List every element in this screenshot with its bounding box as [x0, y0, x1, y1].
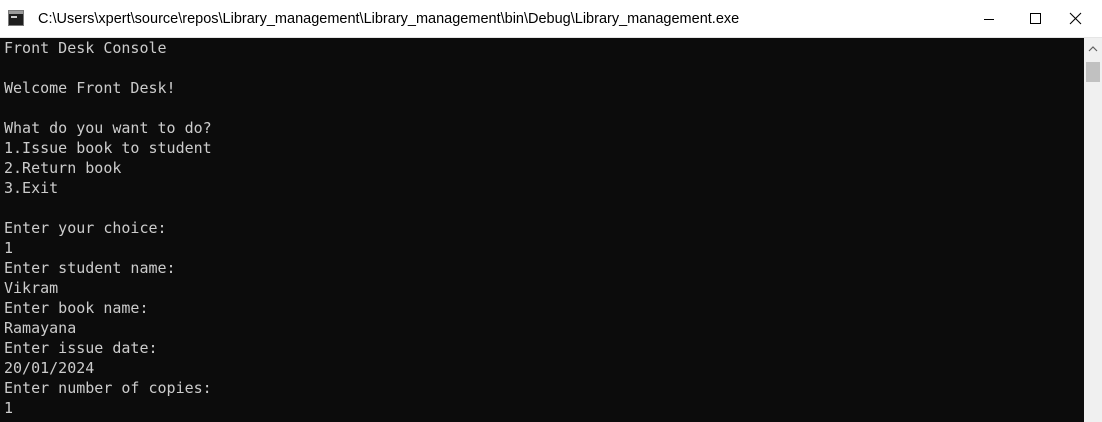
console-line: Enter book name:	[4, 299, 149, 317]
console-lines: Front Desk Console Welcome Front Desk! Wha…	[4, 38, 212, 418]
console-line: 2.Return book	[4, 159, 122, 177]
scrollbar-thumb[interactable]	[1086, 62, 1100, 82]
console-output[interactable]: Front Desk Console Welcome Front Desk! Wha…	[0, 38, 1084, 422]
console-line: Enter student name:	[4, 259, 176, 277]
vertical-scrollbar[interactable]	[1084, 38, 1102, 422]
console-line: Enter number of copies:	[4, 379, 212, 397]
console-line: Ramayana	[4, 319, 77, 337]
console-line: Enter issue date:	[4, 339, 158, 357]
scroll-up-button[interactable]	[1084, 38, 1102, 60]
console-line: 20/01/2024	[4, 359, 95, 377]
console-line: Front Desk Console	[4, 39, 167, 57]
console-line: 1	[4, 399, 14, 417]
console-line: Vikram	[4, 279, 59, 297]
console-line: 1	[4, 239, 14, 257]
console-line: 3.Exit	[4, 179, 59, 197]
console-window: C:\Users\xpert\source\repos\Library_mana…	[0, 0, 1102, 422]
window-title: C:\Users\xpert\source\repos\Library_mana…	[38, 11, 740, 27]
console-app-icon[interactable]	[8, 10, 24, 26]
console-line: What do you want to do?	[4, 119, 212, 137]
maximize-icon	[1030, 13, 1041, 24]
console-line: 1.Issue book to student	[4, 139, 212, 157]
console-line: Welcome Front Desk!	[4, 79, 176, 97]
close-button[interactable]	[1056, 0, 1102, 38]
close-icon	[1069, 12, 1082, 25]
minimize-button[interactable]	[966, 0, 1012, 38]
chevron-up-icon	[1088, 46, 1098, 52]
console-line: Enter your choice:	[4, 219, 167, 237]
minimize-icon	[984, 19, 994, 20]
maximize-button[interactable]	[1012, 0, 1058, 38]
title-bar[interactable]: C:\Users\xpert\source\repos\Library_mana…	[0, 0, 1102, 38]
